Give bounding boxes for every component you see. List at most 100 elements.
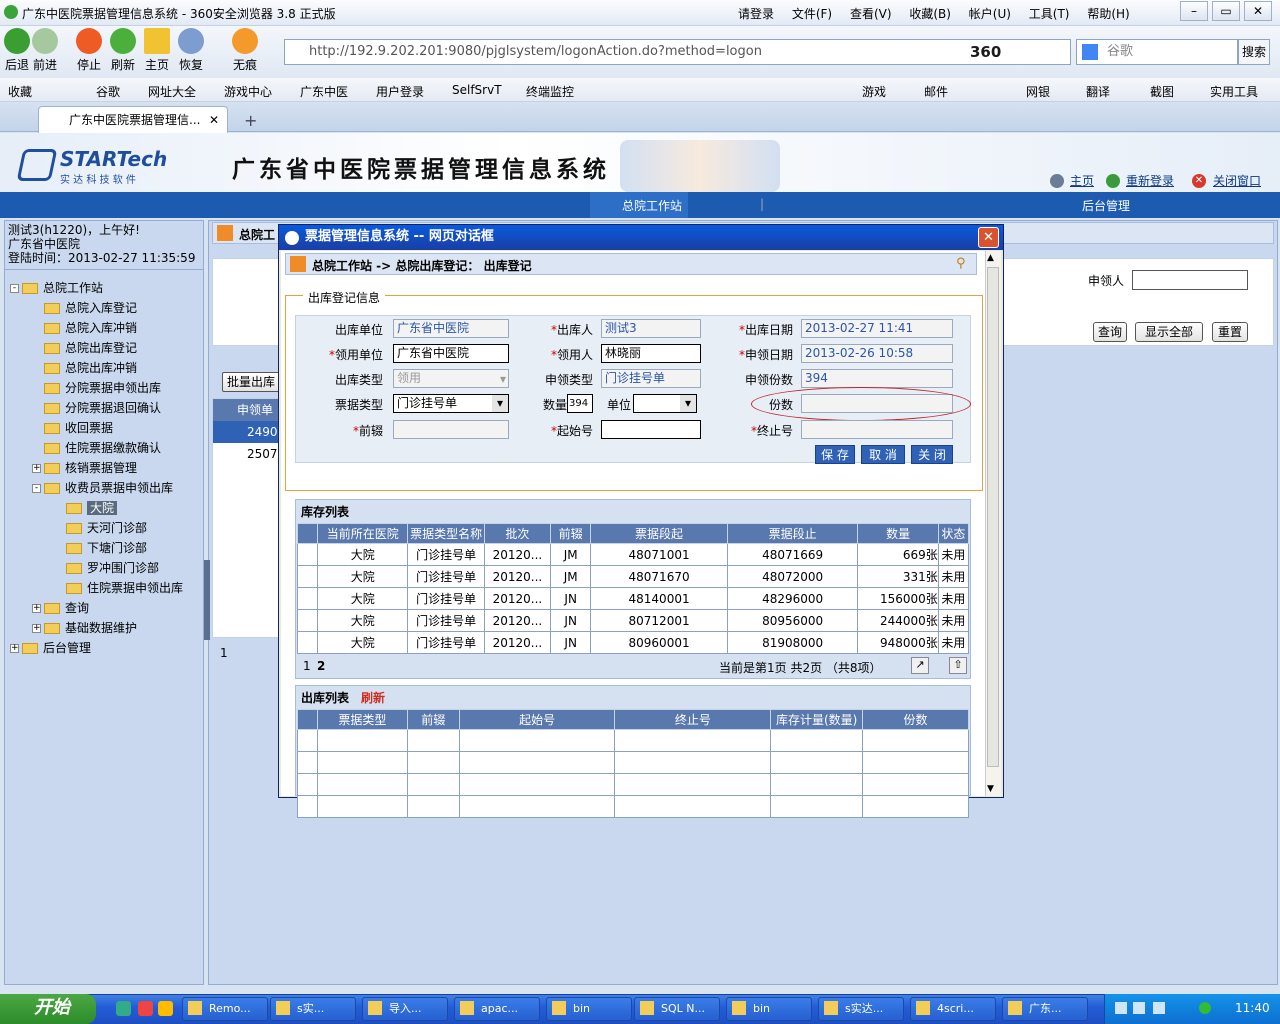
row-select-cell[interactable]: [296, 609, 319, 632]
tree-toggle-icon[interactable]: +: [32, 604, 41, 613]
tool-screenshot[interactable]: 截图: [1150, 83, 1174, 100]
tree-item[interactable]: 总院入库冲销: [32, 318, 137, 338]
tree-item[interactable]: 总院入库登记: [32, 298, 137, 318]
close-button[interactable]: 关 闭: [911, 445, 953, 464]
tree-item[interactable]: 收回票据: [32, 418, 113, 438]
keyboard-icon[interactable]: [1115, 1002, 1127, 1014]
row-select-cell[interactable]: [296, 587, 319, 610]
bill-type-select[interactable]: 门诊挂号单 ▾: [393, 394, 509, 413]
stock-row[interactable]: 大院 门诊挂号单 20120... JN 48140001 48296000 156000张…: [296, 587, 970, 610]
quantity-input[interactable]: 394: [567, 394, 593, 413]
panel-splitter[interactable]: [204, 560, 210, 640]
row-select-cell[interactable]: [297, 773, 318, 796]
quick-launch-icon[interactable]: [116, 1001, 131, 1016]
cancel-button[interactable]: 取 消: [861, 445, 905, 464]
fav-hao[interactable]: 网址大全: [148, 83, 196, 100]
batch-out-button[interactable]: 批量出库: [222, 372, 280, 392]
address-bar[interactable]: http://192.9.202.201:9080/pjglsystem/log…: [284, 39, 1071, 65]
row-select-cell[interactable]: [297, 751, 318, 774]
row-select-cell[interactable]: [296, 631, 319, 654]
fav-login[interactable]: 用户登录: [376, 83, 424, 100]
tree-item[interactable]: 下塘门诊部: [54, 538, 147, 558]
bg-row[interactable]: 2507: [213, 443, 279, 465]
end-number-field[interactable]: [801, 420, 953, 439]
row-select-cell[interactable]: [297, 795, 318, 818]
tree-item[interactable]: 住院票据缴款确认: [32, 438, 161, 458]
quick-launch-icon[interactable]: [158, 1001, 173, 1016]
browser-tab[interactable]: 广东中医院票据管理信... ✕: [38, 106, 228, 133]
tree-item[interactable]: + 基础数据维护: [32, 618, 137, 638]
start-number-input[interactable]: [601, 420, 701, 439]
stop-button[interactable]: 停止: [72, 28, 106, 73]
menu-help[interactable]: 帮助(H): [1087, 7, 1129, 21]
stock-row[interactable]: 大院 门诊挂号单 20120... JM 48071670 48072000 331张 未用: [296, 565, 970, 588]
minimize-button[interactable]: –: [1180, 1, 1208, 21]
help-icon[interactable]: [1133, 1002, 1145, 1014]
menu-file[interactable]: 文件(F): [792, 7, 832, 21]
menu-account[interactable]: 帐户(U): [969, 7, 1011, 21]
tool-translate[interactable]: 翻译: [1086, 83, 1110, 100]
apply-unit-input[interactable]: 广东省中医院: [393, 344, 509, 363]
row-select-cell[interactable]: [296, 543, 319, 566]
new-tab-icon[interactable]: +: [244, 111, 257, 130]
incognito-button[interactable]: 无痕: [228, 28, 262, 73]
link-relogin[interactable]: 重新登录: [1126, 172, 1174, 189]
save-button[interactable]: 保 存: [815, 445, 855, 464]
tool-utilities[interactable]: 实用工具: [1210, 83, 1258, 100]
query-button[interactable]: 查询: [1093, 322, 1127, 342]
quick-launch-icon[interactable]: [138, 1001, 153, 1016]
tree-item[interactable]: 大院: [54, 498, 118, 518]
close-window-button[interactable]: ✕: [1244, 1, 1272, 21]
bg-row[interactable]: 2490: [213, 421, 279, 443]
link-close-window[interactable]: 关闭窗口: [1213, 172, 1261, 189]
page-1-link[interactable]: 1: [303, 659, 311, 673]
refresh-link[interactable]: 刷新: [361, 689, 385, 706]
tree-item[interactable]: 总院出库登记: [32, 338, 137, 358]
tree-item[interactable]: 分院票据退回确认: [32, 398, 161, 418]
reset-button[interactable]: 重置: [1212, 322, 1248, 342]
360-tray-icon[interactable]: [1199, 1002, 1211, 1014]
dialog-scrollbar[interactable]: ▲ ▼: [985, 251, 1001, 796]
nav-main-station[interactable]: 总院工作站: [622, 197, 682, 214]
dialog-close-button[interactable]: ✕: [978, 227, 999, 248]
nav-backend[interactable]: 后台管理: [1082, 197, 1130, 214]
network-icon[interactable]: [1153, 1002, 1165, 1014]
tree-item[interactable]: 罗冲围门诊部: [54, 558, 159, 578]
tree-item[interactable]: + 后台管理: [10, 638, 91, 658]
out-type-select[interactable]: 领用 ▾: [393, 369, 509, 388]
tree-toggle-icon[interactable]: +: [32, 464, 41, 473]
row-select-cell[interactable]: [296, 565, 319, 588]
stock-row[interactable]: 大院 门诊挂号单 20120... JN 80712001 80956000 244000张…: [296, 609, 970, 632]
tool-bank[interactable]: 网银: [1026, 83, 1050, 100]
scroll-down-icon[interactable]: ▼: [987, 784, 994, 794]
fav-collect[interactable]: 收藏: [8, 83, 32, 100]
home-button[interactable]: 主页: [140, 28, 174, 73]
maximize-button[interactable]: ▭: [1212, 1, 1240, 21]
row-select-cell[interactable]: [297, 709, 318, 730]
menu-favorites[interactable]: 收藏(B): [909, 7, 951, 21]
menu-view[interactable]: 查看(V): [850, 7, 892, 21]
search-button[interactable]: 搜索: [1238, 39, 1270, 65]
applicant-input[interactable]: [1132, 270, 1248, 290]
tree-item[interactable]: 住院票据申领出库: [54, 578, 183, 598]
tree-item[interactable]: + 核销票据管理: [32, 458, 137, 478]
search-input[interactable]: 谷歌: [1076, 39, 1238, 65]
tree-toggle-icon[interactable]: -: [32, 484, 41, 493]
tree-toggle-icon[interactable]: +: [32, 624, 41, 633]
fav-monitor[interactable]: 终端监控: [526, 83, 574, 100]
fav-google[interactable]: 谷歌: [96, 83, 120, 100]
tool-mail[interactable]: 邮件: [924, 83, 948, 100]
tree-toggle-icon[interactable]: -: [10, 284, 19, 293]
row-select-cell[interactable]: [296, 523, 319, 544]
restore-button[interactable]: 恢复: [174, 28, 208, 73]
start-button[interactable]: 开始: [0, 994, 96, 1024]
tree-item[interactable]: 天河门诊部: [54, 518, 147, 538]
refresh-button[interactable]: 刷新: [106, 28, 140, 73]
unit-select[interactable]: ▾: [633, 394, 697, 413]
tool-games[interactable]: 游戏: [862, 83, 886, 100]
tree-item[interactable]: - 总院工作站: [10, 278, 103, 298]
tree-item[interactable]: - 收费员票据申领出库: [32, 478, 173, 498]
tree-item[interactable]: 总院出库冲销: [32, 358, 137, 378]
scroll-thumb[interactable]: [987, 267, 999, 767]
next-page-icon[interactable]: ↗: [911, 657, 929, 674]
